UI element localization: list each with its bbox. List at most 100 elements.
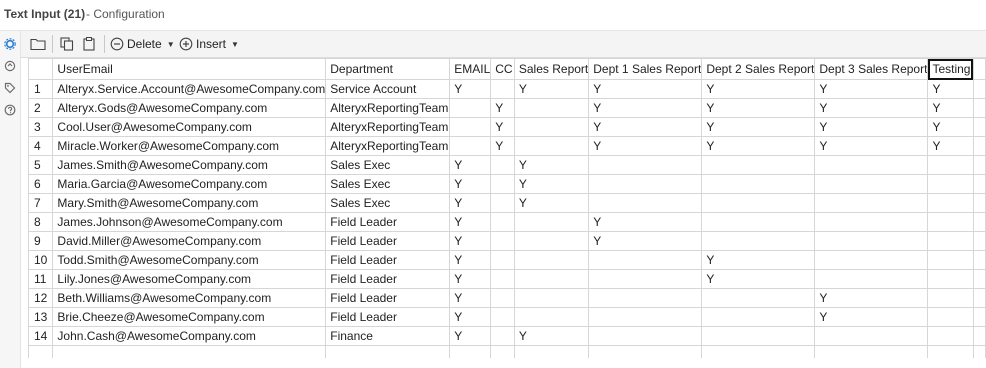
table-cell[interactable]: Field Leader — [325, 212, 451, 232]
table-row[interactable]: 10 Todd.Smith@AwesomeCompany.com Field Lea… — [28, 250, 986, 270]
table-cell[interactable] — [814, 212, 929, 232]
column-header[interactable]: CC — [490, 58, 515, 80]
table-cell[interactable]: James.Smith@AwesomeCompany.com — [52, 155, 327, 175]
tag-icon[interactable] — [3, 81, 17, 95]
table-cell[interactable]: Y — [513, 155, 590, 175]
table-cell[interactable]: Y — [449, 307, 492, 327]
table-cell[interactable]: Y — [588, 231, 703, 251]
table-cell[interactable] — [490, 307, 515, 327]
table-cell[interactable]: Field Leader — [325, 250, 451, 270]
table-cell[interactable] — [814, 326, 929, 346]
table-cell[interactable] — [513, 212, 590, 232]
table-cell[interactable] — [701, 193, 816, 213]
table-cell[interactable]: Field Leader — [325, 288, 451, 308]
column-header[interactable]: Dept 3 Sales Report — [814, 58, 929, 80]
table-cell[interactable] — [588, 326, 703, 346]
table-cell[interactable] — [701, 288, 816, 308]
table-cell[interactable]: Y — [449, 193, 492, 213]
table-row[interactable]: 12 Beth.Williams@AwesomeCompany.com Field … — [28, 288, 986, 308]
table-cell[interactable] — [701, 174, 816, 194]
table-cell[interactable]: Cool.User@AwesomeCompany.com — [52, 117, 327, 137]
table-row[interactable]: 11 Lily.Jones@AwesomeCompany.com Field Lea… — [28, 269, 986, 289]
table-cell[interactable] — [490, 79, 515, 99]
refresh-icon[interactable] — [3, 59, 17, 73]
table-cell[interactable]: Miracle.Worker@AwesomeCompany.com — [52, 136, 327, 156]
table-cell[interactable]: Field Leader — [325, 269, 451, 289]
new-row-placeholder[interactable] — [28, 345, 986, 358]
table-cell[interactable]: Y — [449, 174, 492, 194]
table-cell[interactable]: AlteryxReportingTeam — [325, 136, 451, 156]
table-cell[interactable]: Y — [927, 136, 974, 156]
table-cell[interactable] — [814, 250, 929, 270]
table-cell[interactable]: Alteryx.Gods@AwesomeCompany.com — [52, 98, 327, 118]
table-cell[interactable]: David.Miller@AwesomeCompany.com — [52, 231, 327, 251]
table-cell[interactable]: Y — [449, 326, 492, 346]
table-cell[interactable] — [814, 174, 929, 194]
table-cell[interactable] — [513, 117, 590, 137]
table-cell[interactable]: John.Cash@AwesomeCompany.com — [52, 326, 327, 346]
help-icon[interactable] — [3, 103, 17, 117]
table-cell[interactable] — [513, 98, 590, 118]
table-cell[interactable] — [927, 288, 974, 308]
table-cell[interactable] — [588, 174, 703, 194]
table-row[interactable]: 6 Maria.Garcia@AwesomeCompany.com Sales Ex… — [28, 174, 986, 194]
gear-icon[interactable] — [3, 37, 17, 51]
table-cell[interactable]: Y — [490, 98, 515, 118]
table-cell[interactable] — [927, 155, 974, 175]
insert-button[interactable]: Insert ▼ — [179, 34, 239, 54]
table-cell[interactable]: Y — [701, 250, 816, 270]
table-cell[interactable]: Alteryx.Service.Account@AwesomeCompany.c… — [52, 79, 327, 99]
table-cell[interactable]: Y — [449, 250, 492, 270]
empty-cell[interactable] — [927, 345, 974, 358]
table-cell[interactable] — [588, 250, 703, 270]
table-row[interactable]: 8 James.Johnson@AwesomeCompany.com Field L… — [28, 212, 986, 232]
table-cell[interactable]: Y — [449, 155, 492, 175]
table-cell[interactable]: Finance — [325, 326, 451, 346]
table-cell[interactable]: Mary.Smith@AwesomeCompany.com — [52, 193, 327, 213]
table-cell[interactable]: Sales Exec — [325, 193, 451, 213]
copy-icon[interactable] — [59, 34, 75, 54]
table-cell[interactable]: Y — [588, 212, 703, 232]
table-cell[interactable] — [927, 307, 974, 327]
table-cell[interactable] — [449, 136, 492, 156]
table-cell[interactable]: AlteryxReportingTeam — [325, 117, 451, 137]
empty-cell[interactable] — [325, 345, 451, 358]
column-header[interactable]: Dept 2 Sales Report — [701, 58, 816, 80]
paste-icon[interactable] — [81, 34, 97, 54]
table-row[interactable]: 5 James.Smith@AwesomeCompany.com Sales Exe… — [28, 155, 986, 175]
table-cell[interactable] — [449, 117, 492, 137]
table-cell[interactable] — [701, 155, 816, 175]
table-cell[interactable]: Y — [701, 98, 816, 118]
table-cell[interactable] — [490, 269, 515, 289]
table-cell[interactable]: Y — [927, 117, 974, 137]
table-cell[interactable]: Y — [513, 193, 590, 213]
table-cell[interactable]: Y — [490, 136, 515, 156]
table-cell[interactable]: James.Johnson@AwesomeCompany.com — [52, 212, 327, 232]
table-cell[interactable]: Y — [449, 288, 492, 308]
table-cell[interactable] — [490, 155, 515, 175]
table-cell[interactable] — [513, 269, 590, 289]
table-cell[interactable]: Y — [490, 117, 515, 137]
table-cell[interactable]: Y — [701, 117, 816, 137]
column-header[interactable]: Dept 1 Sales Report — [588, 58, 703, 80]
table-cell[interactable] — [814, 269, 929, 289]
table-cell[interactable] — [588, 155, 703, 175]
table-cell[interactable]: Y — [701, 79, 816, 99]
table-cell[interactable] — [814, 155, 929, 175]
empty-cell[interactable] — [52, 345, 327, 358]
data-grid[interactable]: UserEmail Department EMAIL CC Sales Report De… — [28, 58, 986, 368]
table-cell[interactable] — [927, 212, 974, 232]
table-cell[interactable]: Y — [701, 269, 816, 289]
table-cell[interactable] — [588, 269, 703, 289]
table-cell[interactable]: Beth.Williams@AwesomeCompany.com — [52, 288, 327, 308]
table-cell[interactable]: Y — [814, 307, 929, 327]
table-cell[interactable]: Y — [927, 79, 974, 99]
column-header[interactable]: EMAIL — [449, 58, 492, 80]
table-cell[interactable]: Field Leader — [325, 307, 451, 327]
table-cell[interactable] — [490, 231, 515, 251]
table-cell[interactable] — [927, 231, 974, 251]
table-cell[interactable] — [814, 193, 929, 213]
empty-cell[interactable] — [28, 345, 54, 358]
table-cell[interactable] — [513, 231, 590, 251]
table-cell[interactable] — [449, 98, 492, 118]
